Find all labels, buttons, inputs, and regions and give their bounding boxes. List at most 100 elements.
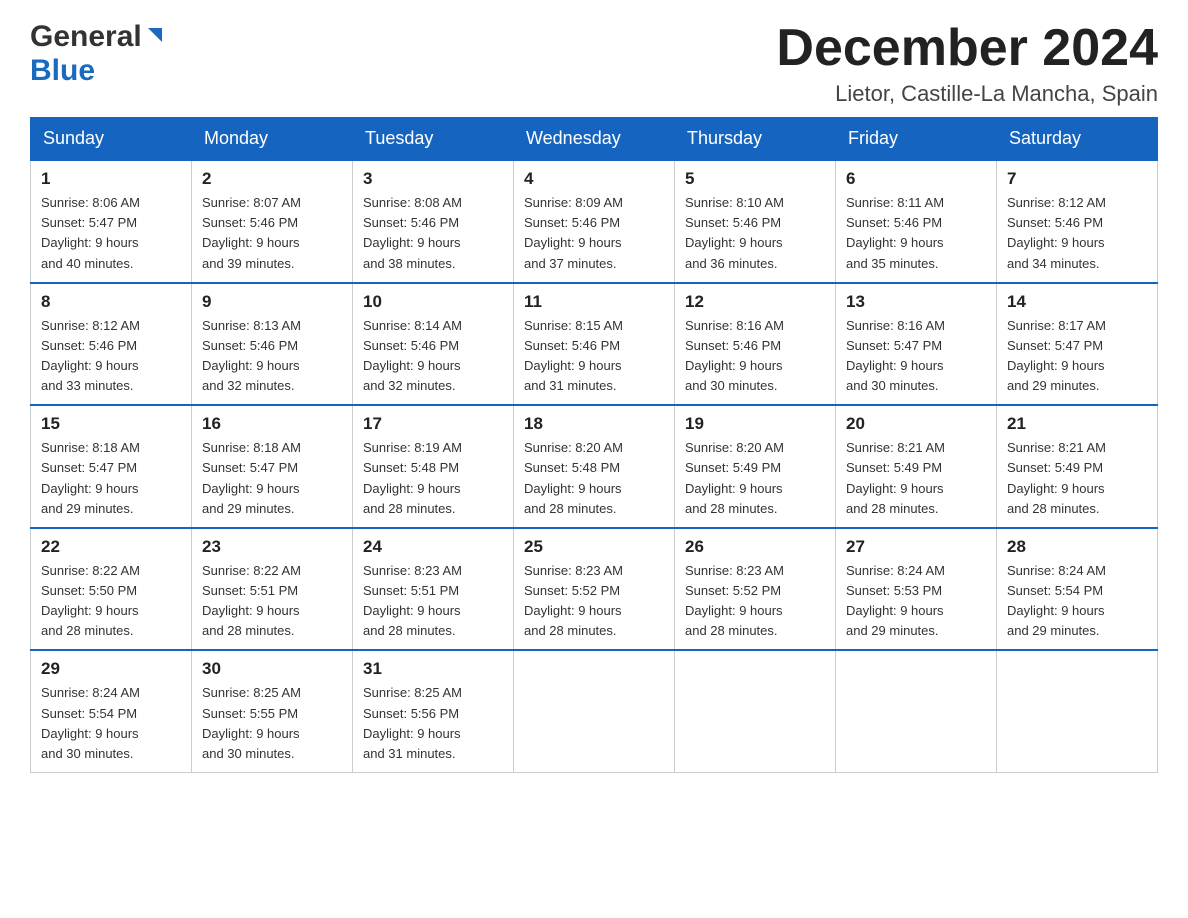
day-cell-16: 16Sunrise: 8:18 AMSunset: 5:47 PMDayligh… [192,405,353,528]
day-number: 13 [846,292,986,312]
day-number: 19 [685,414,825,434]
day-info: Sunrise: 8:08 AMSunset: 5:46 PMDaylight:… [363,193,503,274]
day-number: 3 [363,169,503,189]
day-number: 12 [685,292,825,312]
day-info: Sunrise: 8:12 AMSunset: 5:46 PMDaylight:… [41,316,181,397]
day-cell-6: 6 Sunrise: 8:11 AMSunset: 5:46 PMDaylight… [836,160,997,283]
day-info: Sunrise: 8:20 AMSunset: 5:48 PMDaylight:… [524,438,664,519]
location-text: Lietor, Castille-La Mancha, Spain [776,81,1158,107]
day-number: 20 [846,414,986,434]
day-number: 27 [846,537,986,557]
day-cell-7: 7Sunrise: 8:12 AMSunset: 5:46 PMDaylight… [997,160,1158,283]
day-cell-31: 31Sunrise: 8:25 AMSunset: 5:56 PMDayligh… [353,650,514,772]
day-info: Sunrise: 8:22 AMSunset: 5:51 PMDaylight:… [202,561,342,642]
day-info: Sunrise: 8:21 AMSunset: 5:49 PMDaylight:… [846,438,986,519]
day-number: 16 [202,414,342,434]
day-cell-21: 21Sunrise: 8:21 AMSunset: 5:49 PMDayligh… [997,405,1158,528]
weekday-header-sunday: Sunday [31,118,192,161]
day-info: Sunrise: 8:23 AMSunset: 5:51 PMDaylight:… [363,561,503,642]
day-number: 9 [202,292,342,312]
day-info: Sunrise: 8:19 AMSunset: 5:48 PMDaylight:… [363,438,503,519]
day-info: Sunrise: 8:07 AMSunset: 5:46 PMDaylight:… [202,193,342,274]
day-number: 23 [202,537,342,557]
week-row-4: 22Sunrise: 8:22 AMSunset: 5:50 PMDayligh… [31,528,1158,651]
weekday-header-friday: Friday [836,118,997,161]
day-cell-26: 26Sunrise: 8:23 AMSunset: 5:52 PMDayligh… [675,528,836,651]
day-info: Sunrise: 8:22 AMSunset: 5:50 PMDaylight:… [41,561,181,642]
day-number: 28 [1007,537,1147,557]
day-number: 15 [41,414,181,434]
weekday-header-monday: Monday [192,118,353,161]
day-info: Sunrise: 8:11 AMSunset: 5:46 PMDaylight:… [846,193,986,274]
weekday-header-tuesday: Tuesday [353,118,514,161]
day-info: Sunrise: 8:14 AMSunset: 5:46 PMDaylight:… [363,316,503,397]
day-info: Sunrise: 8:15 AMSunset: 5:46 PMDaylight:… [524,316,664,397]
day-cell-1: 1 Sunrise: 8:06 AMSunset: 5:47 PMDaylight… [31,160,192,283]
logo-arrow-icon [144,24,166,51]
day-number: 25 [524,537,664,557]
day-cell-3: 3 Sunrise: 8:08 AMSunset: 5:46 PMDaylight… [353,160,514,283]
day-cell-18: 18 Sunrise: 8:20 AMSunset: 5:48 PMDayligh… [514,405,675,528]
day-cell-19: 19 Sunrise: 8:20 AMSunset: 5:49 PMDayligh… [675,405,836,528]
day-info: Sunrise: 8:09 AMSunset: 5:46 PMDaylight:… [524,193,664,274]
day-info: Sunrise: 8:24 AMSunset: 5:54 PMDaylight:… [41,683,181,764]
day-number: 24 [363,537,503,557]
title-block: December 2024 Lietor, Castille-La Mancha… [776,20,1158,107]
page-header: General Blue December 2024 Lietor, Casti… [30,20,1158,107]
day-cell-30: 30Sunrise: 8:25 AMSunset: 5:55 PMDayligh… [192,650,353,772]
day-number: 18 [524,414,664,434]
day-number: 14 [1007,292,1147,312]
day-cell-15: 15 Sunrise: 8:18 AMSunset: 5:47 PMDayligh… [31,405,192,528]
day-info: Sunrise: 8:18 AMSunset: 5:47 PMDaylight:… [41,438,181,519]
day-cell-28: 28Sunrise: 8:24 AMSunset: 5:54 PMDayligh… [997,528,1158,651]
day-info: Sunrise: 8:13 AMSunset: 5:46 PMDaylight:… [202,316,342,397]
day-number: 2 [202,169,342,189]
day-cell-2: 2 Sunrise: 8:07 AMSunset: 5:46 PMDaylight… [192,160,353,283]
day-cell-25: 25Sunrise: 8:23 AMSunset: 5:52 PMDayligh… [514,528,675,651]
weekday-header-wednesday: Wednesday [514,118,675,161]
day-cell-27: 27 Sunrise: 8:24 AMSunset: 5:53 PMDayligh… [836,528,997,651]
day-number: 21 [1007,414,1147,434]
day-cell-17: 17 Sunrise: 8:19 AMSunset: 5:48 PMDayligh… [353,405,514,528]
day-info: Sunrise: 8:20 AMSunset: 5:49 PMDaylight:… [685,438,825,519]
day-cell-29: 29Sunrise: 8:24 AMSunset: 5:54 PMDayligh… [31,650,192,772]
day-cell-23: 23 Sunrise: 8:22 AMSunset: 5:51 PMDayligh… [192,528,353,651]
logo-general-text: General [30,20,142,54]
day-cell-8: 8Sunrise: 8:12 AMSunset: 5:46 PMDaylight… [31,283,192,406]
day-cell-12: 12 Sunrise: 8:16 AMSunset: 5:46 PMDayligh… [675,283,836,406]
empty-cell [997,650,1158,772]
day-info: Sunrise: 8:16 AMSunset: 5:46 PMDaylight:… [685,316,825,397]
week-row-3: 15 Sunrise: 8:18 AMSunset: 5:47 PMDayligh… [31,405,1158,528]
day-number: 30 [202,659,342,679]
month-title: December 2024 [776,20,1158,77]
day-cell-14: 14Sunrise: 8:17 AMSunset: 5:47 PMDayligh… [997,283,1158,406]
day-number: 17 [363,414,503,434]
logo-blue-text: Blue [30,54,95,88]
day-number: 10 [363,292,503,312]
week-row-1: 1 Sunrise: 8:06 AMSunset: 5:47 PMDaylight… [31,160,1158,283]
day-cell-24: 24 Sunrise: 8:23 AMSunset: 5:51 PMDayligh… [353,528,514,651]
day-cell-10: 10 Sunrise: 8:14 AMSunset: 5:46 PMDayligh… [353,283,514,406]
week-row-2: 8Sunrise: 8:12 AMSunset: 5:46 PMDaylight… [31,283,1158,406]
week-row-5: 29Sunrise: 8:24 AMSunset: 5:54 PMDayligh… [31,650,1158,772]
day-cell-9: 9 Sunrise: 8:13 AMSunset: 5:46 PMDaylight… [192,283,353,406]
weekday-header-row: SundayMondayTuesdayWednesdayThursdayFrid… [31,118,1158,161]
day-cell-11: 11Sunrise: 8:15 AMSunset: 5:46 PMDayligh… [514,283,675,406]
day-info: Sunrise: 8:06 AMSunset: 5:47 PMDaylight:… [41,193,181,274]
day-info: Sunrise: 8:10 AMSunset: 5:46 PMDaylight:… [685,193,825,274]
day-number: 4 [524,169,664,189]
empty-cell [514,650,675,772]
day-cell-13: 13 Sunrise: 8:16 AMSunset: 5:47 PMDayligh… [836,283,997,406]
day-info: Sunrise: 8:16 AMSunset: 5:47 PMDaylight:… [846,316,986,397]
day-info: Sunrise: 8:24 AMSunset: 5:53 PMDaylight:… [846,561,986,642]
day-cell-5: 5 Sunrise: 8:10 AMSunset: 5:46 PMDaylight… [675,160,836,283]
logo: General Blue [30,20,166,88]
weekday-header-saturday: Saturday [997,118,1158,161]
day-number: 6 [846,169,986,189]
day-number: 5 [685,169,825,189]
day-number: 7 [1007,169,1147,189]
day-info: Sunrise: 8:25 AMSunset: 5:56 PMDaylight:… [363,683,503,764]
empty-cell [675,650,836,772]
day-number: 1 [41,169,181,189]
weekday-header-thursday: Thursday [675,118,836,161]
